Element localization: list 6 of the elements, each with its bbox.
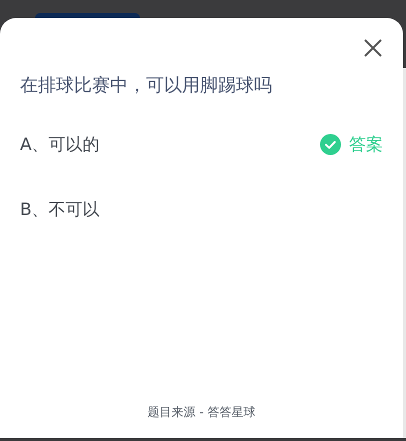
question-text: 在排球比赛中，可以用脚踢球吗 [19, 74, 273, 97]
option-text[interactable]: B、不可以 [20, 198, 383, 220]
answer-label: 答案 [349, 134, 383, 156]
option-text[interactable]: A、可以的 [20, 132, 320, 156]
close-icon[interactable] [363, 38, 383, 58]
source-text: 题目来源 - 答答星球 [148, 404, 256, 421]
